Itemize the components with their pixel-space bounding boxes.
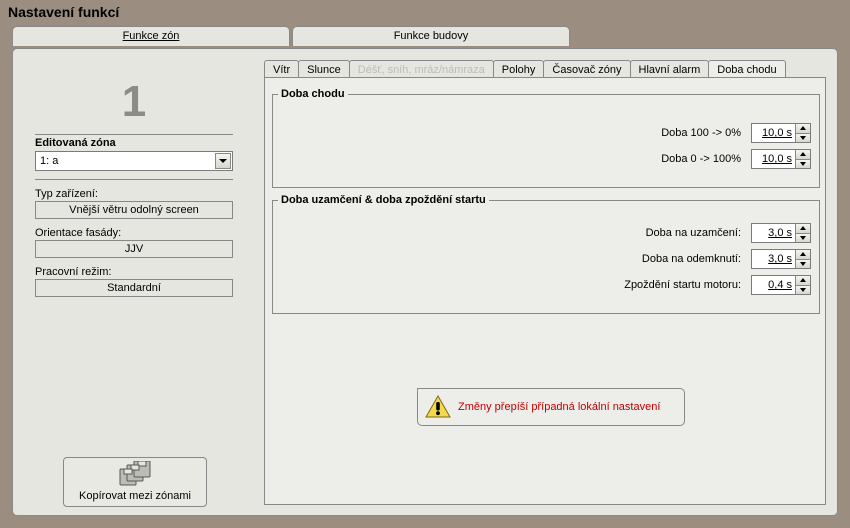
spinner-up-button[interactable] bbox=[795, 250, 810, 259]
spinner-down-button[interactable] bbox=[795, 285, 810, 295]
sub-tab-panel: Doba chodu Doba 100 -> 0% 10,0 s Doba 0 … bbox=[264, 77, 826, 505]
spinner-up-button[interactable] bbox=[795, 150, 810, 159]
edited-zone-label: Editovaná zóna bbox=[35, 137, 233, 149]
down-arrow-icon bbox=[800, 136, 806, 140]
main-panel: 1 Editovaná zóna 1: a Typ zařízení: Vněj… bbox=[12, 48, 838, 516]
spinner-up-button[interactable] bbox=[795, 276, 810, 285]
device-type-label: Typ zařízení: bbox=[35, 188, 233, 200]
group-run-time-title: Doba chodu bbox=[278, 88, 348, 100]
unlock-time-value: 3,0 s bbox=[752, 250, 795, 268]
down-arrow-icon bbox=[800, 262, 806, 266]
spinner-up-button[interactable] bbox=[795, 124, 810, 133]
run-time-100-0-label: Doba 100 -> 0% bbox=[661, 127, 741, 139]
copy-between-zones-button[interactable]: Kopírovat mezi zónami bbox=[63, 457, 207, 507]
spinner-down-button[interactable] bbox=[795, 233, 810, 243]
spinner-down-button[interactable] bbox=[795, 159, 810, 169]
facade-orientation-label: Orientace fasády: bbox=[35, 227, 233, 239]
divider bbox=[35, 179, 233, 180]
warning-text: Změny přepíší případná lokální nastavení bbox=[458, 401, 660, 413]
tab-building-functions-label: Funkce budovy bbox=[394, 30, 469, 42]
up-arrow-icon bbox=[800, 152, 806, 156]
dropdown-button[interactable] bbox=[215, 153, 231, 169]
disks-icon bbox=[117, 461, 153, 489]
run-time-100-0-value: 10,0 s bbox=[752, 124, 795, 142]
zone-number-display: 1 bbox=[35, 74, 233, 130]
top-tab-bar: Funkce zón Funkce budovy bbox=[0, 26, 850, 46]
spinner-down-button[interactable] bbox=[795, 133, 810, 143]
run-time-100-0-spinner[interactable]: 10,0 s bbox=[751, 123, 811, 143]
spinner-down-button[interactable] bbox=[795, 259, 810, 269]
up-arrow-icon bbox=[800, 278, 806, 282]
up-arrow-icon bbox=[800, 252, 806, 256]
lock-time-label: Doba na uzamčení: bbox=[646, 227, 741, 239]
spinner-up-button[interactable] bbox=[795, 224, 810, 233]
run-time-0-100-value: 10,0 s bbox=[752, 150, 795, 168]
copy-between-zones-label: Kopírovat mezi zónami bbox=[79, 490, 191, 502]
group-lock-delay: Doba uzamčení & doba zpoždění startu Dob… bbox=[272, 200, 820, 314]
warning-icon bbox=[424, 393, 452, 421]
sidebar: 1 Editovaná zóna 1: a Typ zařízení: Vněj… bbox=[35, 74, 233, 297]
tab-zone-functions[interactable]: Funkce zón bbox=[12, 26, 290, 46]
work-mode-button[interactable]: Standardní bbox=[35, 279, 233, 297]
group-lock-delay-title: Doba uzamčení & doba zpoždění startu bbox=[278, 194, 489, 206]
sub-tab-bar: Vítr Slunce Déšť, sníh, mráz/námraza Pol… bbox=[264, 59, 785, 79]
group-run-time: Doba chodu Doba 100 -> 0% 10,0 s Doba 0 … bbox=[272, 94, 820, 188]
divider bbox=[35, 134, 233, 135]
up-arrow-icon bbox=[800, 126, 806, 130]
up-arrow-icon bbox=[800, 226, 806, 230]
facade-orientation-button[interactable]: JJV bbox=[35, 240, 233, 258]
run-time-0-100-spinner[interactable]: 10,0 s bbox=[751, 149, 811, 169]
work-mode-label: Pracovní režim: bbox=[35, 266, 233, 278]
edited-zone-dropdown[interactable]: 1: a bbox=[35, 151, 233, 171]
tab-zone-functions-label: Funkce zón bbox=[123, 30, 180, 42]
lock-time-value: 3,0 s bbox=[752, 224, 795, 242]
lock-time-spinner[interactable]: 3,0 s bbox=[751, 223, 811, 243]
chevron-down-icon bbox=[219, 159, 227, 163]
tab-building-functions[interactable]: Funkce budovy bbox=[292, 26, 570, 46]
run-time-0-100-label: Doba 0 -> 100% bbox=[661, 153, 741, 165]
page-title: Nastavení funkcí bbox=[0, 0, 850, 26]
down-arrow-icon bbox=[800, 162, 806, 166]
edited-zone-value: 1: a bbox=[36, 155, 215, 167]
motor-start-delay-value: 0,4 s bbox=[752, 276, 795, 294]
down-arrow-icon bbox=[800, 288, 806, 292]
down-arrow-icon bbox=[800, 236, 806, 240]
motor-start-delay-label: Zpoždění startu motoru: bbox=[624, 279, 741, 291]
motor-start-delay-spinner[interactable]: 0,4 s bbox=[751, 275, 811, 295]
unlock-time-label: Doba na odemknutí: bbox=[642, 253, 741, 265]
unlock-time-spinner[interactable]: 3,0 s bbox=[751, 249, 811, 269]
device-type-button[interactable]: Vnější větru odolný screen bbox=[35, 201, 233, 219]
warning-box: Změny přepíší případná lokální nastavení bbox=[417, 388, 685, 426]
